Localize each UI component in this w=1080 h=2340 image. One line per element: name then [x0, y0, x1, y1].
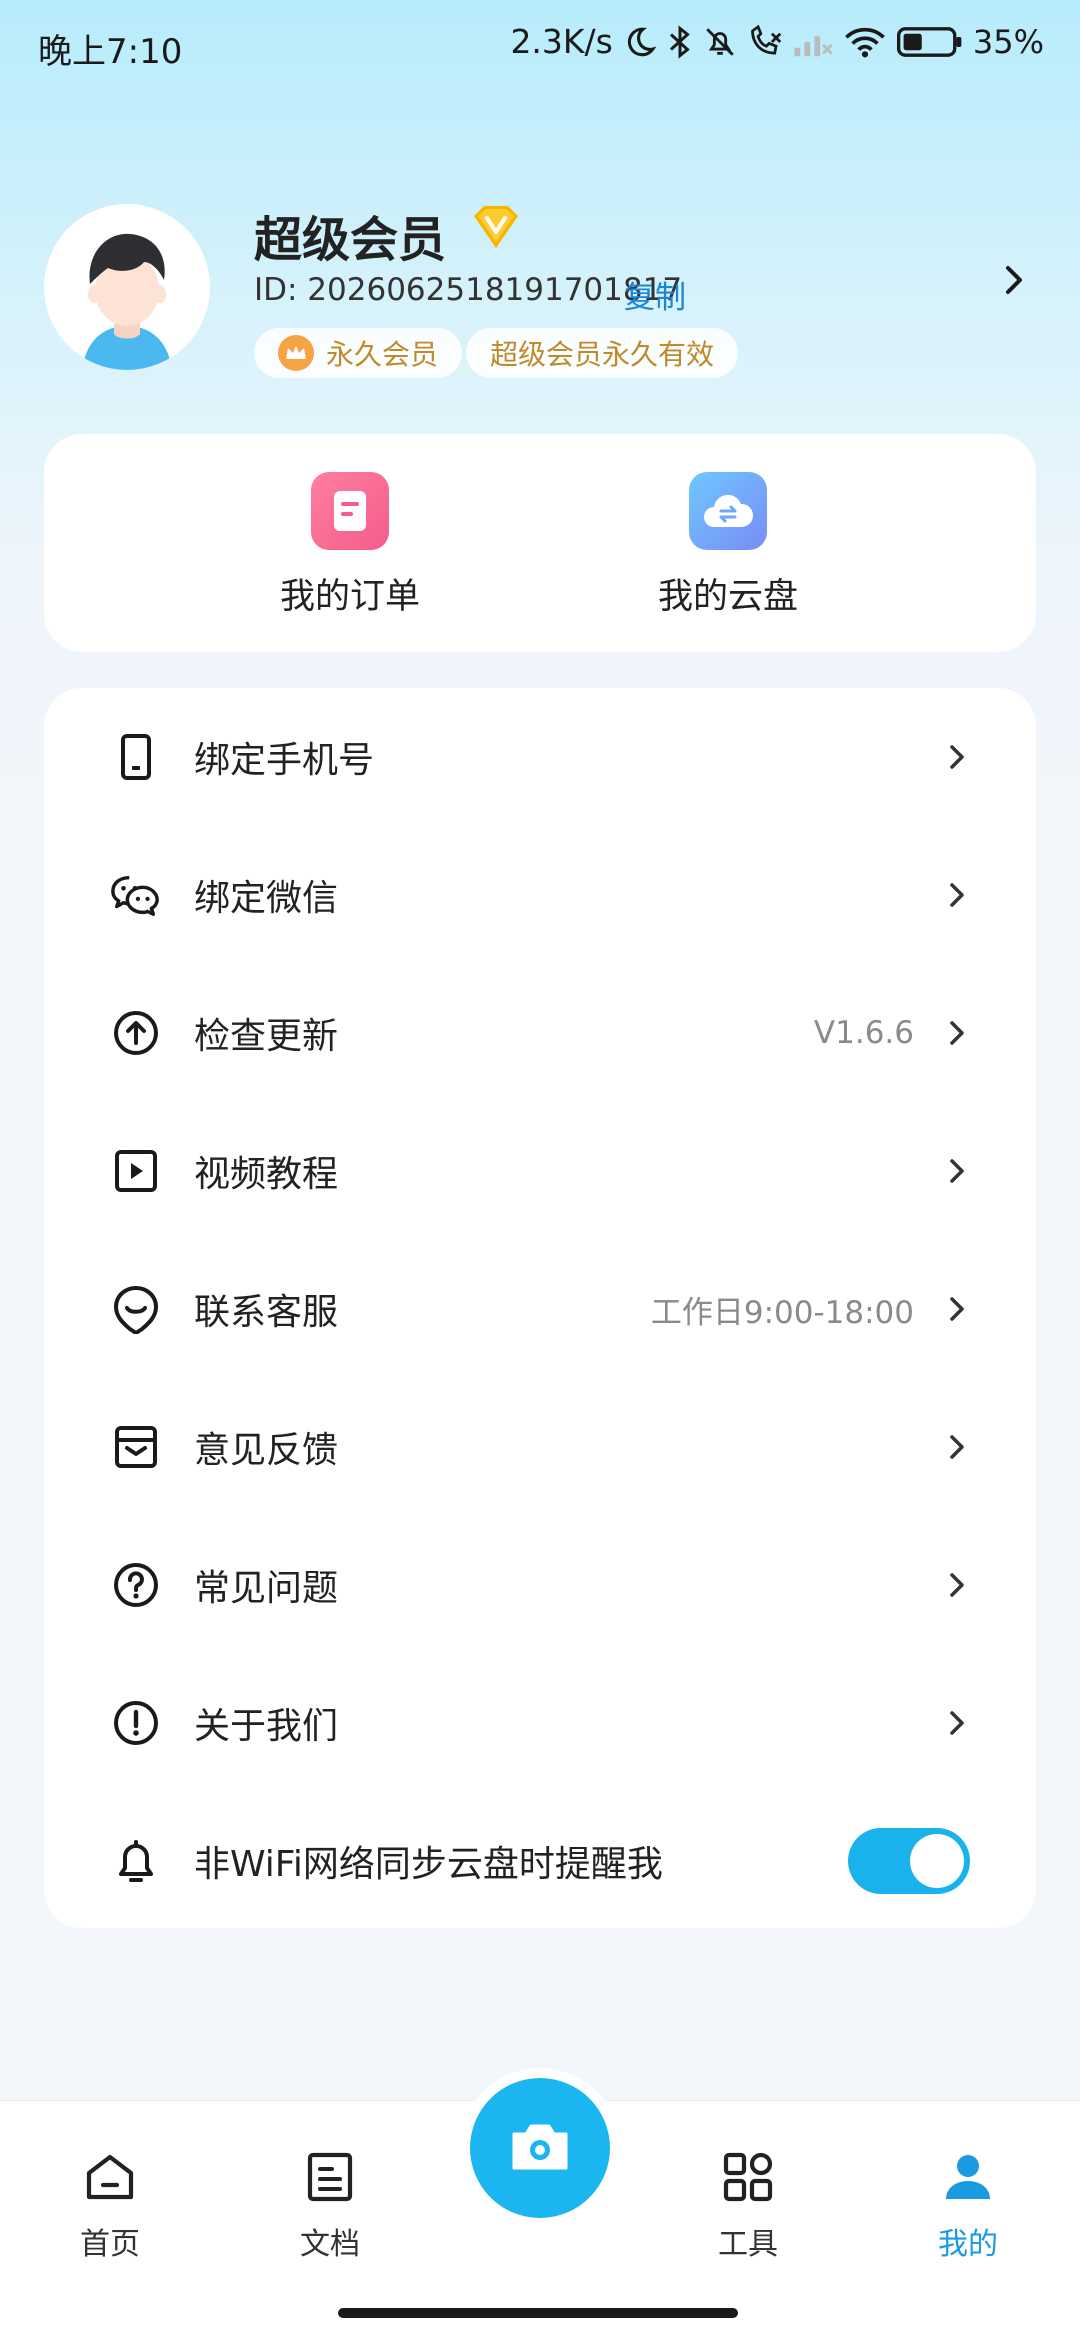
battery-icon	[896, 25, 963, 59]
upload-circle-icon	[110, 1007, 162, 1059]
menu-item-contact-service[interactable]: 联系客服 工作日9:00-18:00	[44, 1240, 1036, 1378]
membership-validity-tag: 超级会员永久有效	[466, 328, 739, 378]
status-bar: 晚上7:10 2.3K/s 35%	[0, 0, 1080, 96]
menu-label: 联系客服	[194, 1292, 339, 1333]
quick-actions-card: 我的订单 我的云盘	[44, 434, 1036, 652]
chevron-right-icon	[942, 1570, 972, 1600]
phone-icon	[110, 731, 162, 783]
my-orders-label: 我的订单	[279, 577, 420, 617]
toggle-knob	[910, 1834, 964, 1888]
menu-item-bind-wechat[interactable]: 绑定微信	[44, 826, 1036, 964]
video-icon	[110, 1145, 162, 1197]
menu-item-check-update[interactable]: 检查更新 V1.6.6	[44, 964, 1036, 1102]
menu-label: 意见反馈	[194, 1430, 339, 1471]
menu-item-feedback[interactable]: 意见反馈	[44, 1378, 1036, 1516]
tab-home[interactable]: 首页	[40, 2147, 180, 2263]
service-hours: 工作日9:00-18:00	[650, 1294, 914, 1331]
customer-service-icon	[110, 1283, 162, 1335]
question-circle-icon	[110, 1559, 162, 1611]
menu-label: 常见问题	[194, 1568, 339, 1609]
bluetooth-icon	[667, 24, 693, 60]
avatar[interactable]	[44, 204, 210, 370]
camera-scan-button[interactable]	[470, 2078, 610, 2218]
menu-label: 绑定微信	[194, 878, 339, 919]
chevron-right-icon	[942, 880, 972, 910]
my-cloud-button[interactable]: 我的云盘	[628, 472, 828, 619]
profile-name: 超级会员	[254, 212, 447, 268]
copy-id-button[interactable]: 复制	[624, 272, 686, 317]
permanent-member-label: 永久会员	[326, 338, 439, 371]
tab-label: 文档	[300, 2227, 360, 2262]
tab-label: 首页	[80, 2227, 140, 2262]
menu-item-wifi-remind: 非WiFi网络同步云盘时提醒我	[44, 1792, 1036, 1930]
tab-docs[interactable]: 文档	[260, 2147, 400, 2263]
mute-icon	[703, 25, 737, 59]
signal-icon	[793, 27, 833, 57]
menu-label: 关于我们	[194, 1706, 339, 1747]
tab-mine[interactable]: 我的	[898, 2147, 1038, 2263]
chevron-right-icon	[942, 742, 972, 772]
cloud-sync-icon	[689, 472, 767, 550]
feedback-icon	[110, 1421, 162, 1473]
profile-id: ID: 2026062518191701817	[254, 272, 683, 308]
permanent-member-tag: 永久会员	[254, 328, 463, 378]
info-circle-icon	[110, 1697, 162, 1749]
menu-label: 检查更新	[194, 1016, 339, 1057]
my-orders-button[interactable]: 我的订单	[250, 472, 450, 619]
menu-item-video-tutorial[interactable]: 视频教程	[44, 1102, 1036, 1240]
moon-icon	[623, 25, 657, 59]
status-icons: 2.3K/s 35%	[510, 22, 1044, 61]
bell-icon	[110, 1835, 162, 1887]
settings-menu-card: 绑定手机号 绑定微信 检查更新 V1.6.6 视频教程 联系客服 工作日9:00…	[44, 688, 1036, 1928]
menu-label: 绑定手机号	[194, 740, 375, 781]
vip-diamond-icon	[468, 202, 524, 252]
tab-label: 工具	[718, 2227, 778, 2262]
wechat-icon	[110, 869, 162, 921]
profile-header[interactable]: 超级会员 ID: 2026062518191701817 复制 永久会员 超级会…	[44, 200, 1044, 380]
status-time: 晚上7:10	[38, 32, 183, 72]
home-icon	[80, 2147, 140, 2207]
camera-icon	[508, 2118, 572, 2178]
menu-label: 视频教程	[194, 1154, 339, 1195]
tab-label: 我的	[938, 2227, 998, 2262]
user-icon	[938, 2147, 998, 2207]
network-speed: 2.3K/s	[510, 22, 613, 61]
home-indicator	[338, 2308, 738, 2318]
wifi-remind-toggle[interactable]	[848, 1828, 970, 1894]
orders-icon	[311, 472, 389, 550]
document-icon	[300, 2147, 360, 2207]
chevron-right-icon	[942, 1432, 972, 1462]
menu-label: 非WiFi网络同步云盘时提醒我	[194, 1844, 663, 1885]
membership-validity-label: 超级会员永久有效	[490, 338, 715, 371]
my-cloud-label: 我的云盘	[657, 577, 798, 617]
menu-item-faq[interactable]: 常见问题	[44, 1516, 1036, 1654]
tab-tools[interactable]: 工具	[678, 2147, 818, 2263]
app-version: V1.6.6	[813, 1015, 914, 1051]
chevron-right-icon	[942, 1156, 972, 1186]
grid-icon	[718, 2147, 778, 2207]
menu-item-bind-phone[interactable]: 绑定手机号	[44, 688, 1036, 826]
call-icon	[747, 24, 783, 59]
wifi-icon	[843, 25, 887, 59]
chevron-right-icon	[942, 1018, 972, 1048]
crown-icon	[278, 335, 314, 371]
chevron-right-icon[interactable]	[994, 260, 1034, 300]
chevron-right-icon	[942, 1294, 972, 1324]
menu-item-about[interactable]: 关于我们	[44, 1654, 1036, 1792]
chevron-right-icon	[942, 1708, 972, 1738]
battery-percent: 35%	[972, 22, 1044, 61]
